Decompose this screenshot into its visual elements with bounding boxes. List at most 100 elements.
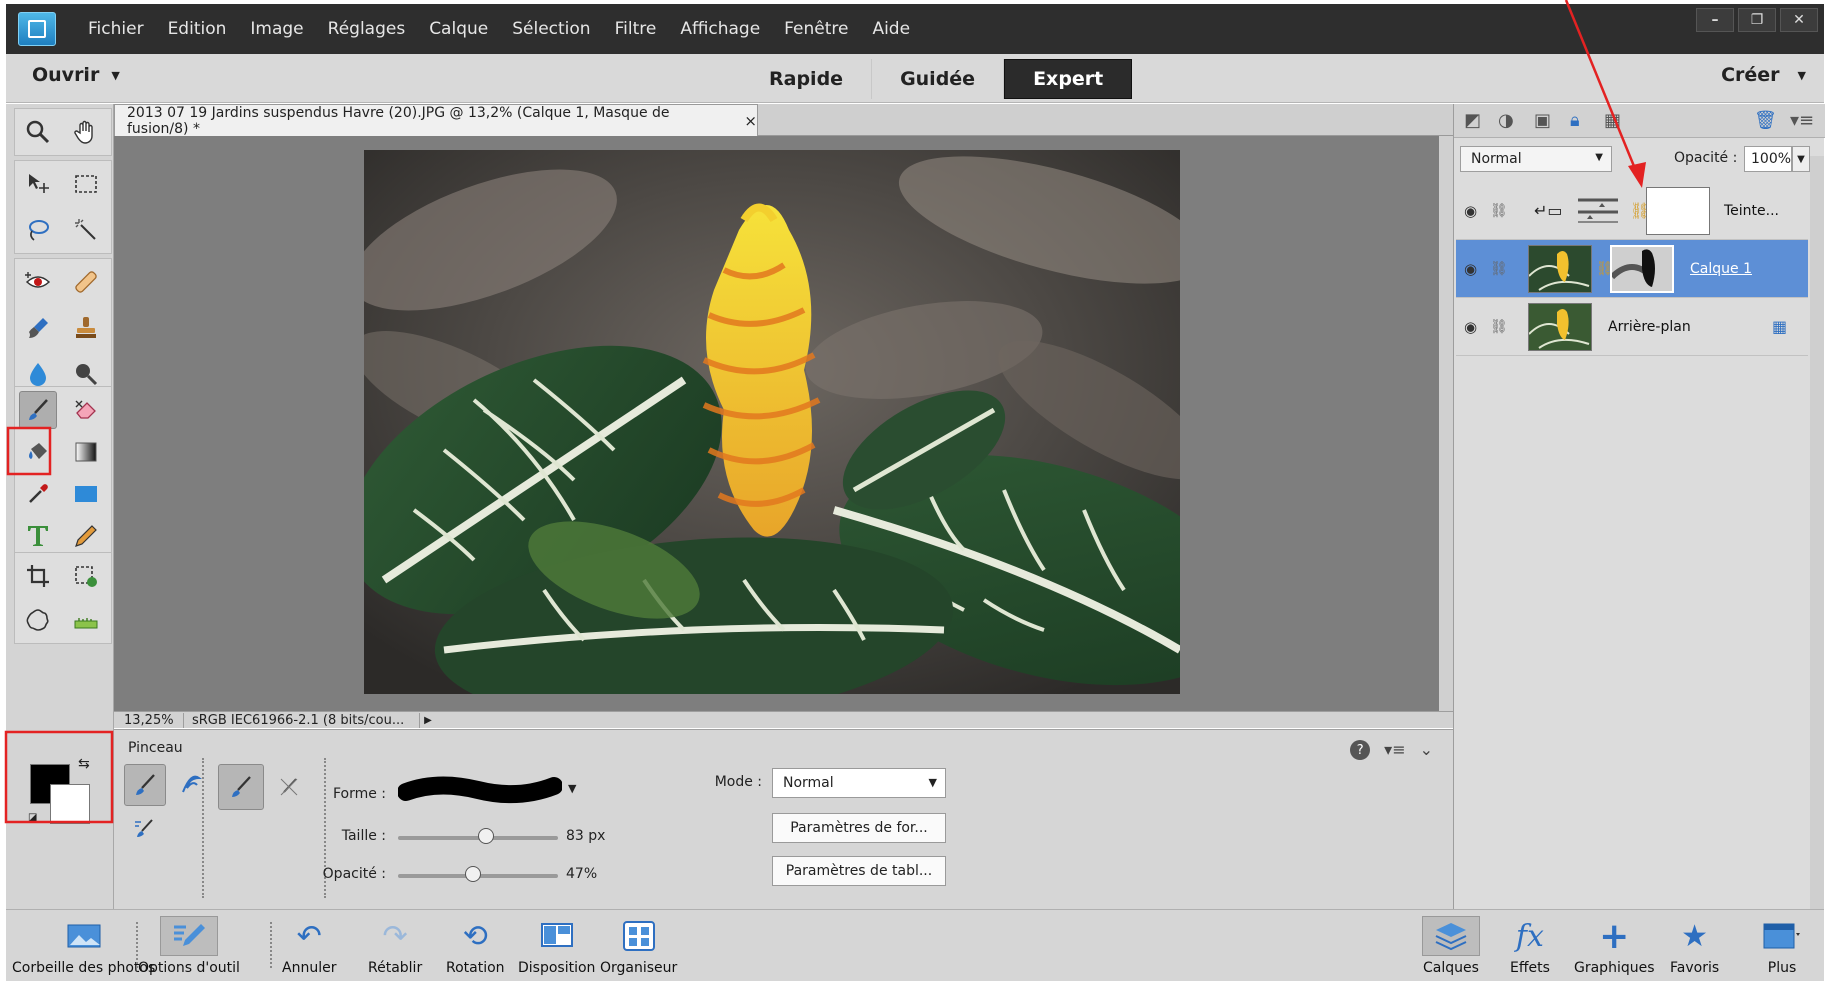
layer-row[interactable]: ◉ ⛓︎ ↵▭ ⛓︎ Teinte...: [1456, 182, 1808, 240]
menu-edition[interactable]: Edition: [168, 19, 227, 39]
menu-reglages[interactable]: Réglages: [328, 19, 406, 39]
link-icon[interactable]: ⛓︎: [1490, 319, 1508, 335]
create-button[interactable]: Créer ▼: [1721, 64, 1806, 86]
tab-rapide[interactable]: Rapide: [741, 59, 873, 99]
menu-affichage[interactable]: Affichage: [680, 19, 760, 39]
effects-button[interactable]: fx Effets: [1510, 916, 1550, 977]
clone-stamp-tool-icon[interactable]: [67, 309, 105, 347]
layer-row[interactable]: ◉ ⛓︎ ⛓︎ Calque 1: [1456, 240, 1808, 298]
link-icon[interactable]: ⛓︎: [1490, 203, 1508, 219]
red-eye-tool-icon[interactable]: [19, 263, 57, 301]
tab-guidee[interactable]: Guidée: [872, 59, 1005, 99]
swap-colors-icon[interactable]: ⇆: [78, 756, 90, 772]
rotate-button[interactable]: ⟲ Rotation: [446, 916, 505, 977]
tool-options-button[interactable]: Options d'outil: [138, 916, 240, 976]
layer-thumbnail[interactable]: [1528, 245, 1592, 293]
lock-transparency-icon[interactable]: ▦: [1604, 110, 1621, 131]
adjustment-layer-icon[interactable]: ◑: [1498, 110, 1514, 131]
brush-tool-icon[interactable]: [19, 391, 57, 429]
new-layer-icon[interactable]: ◩: [1464, 110, 1481, 131]
visibility-eye-icon[interactable]: ◉: [1464, 318, 1477, 336]
brush-settings-button[interactable]: Paramètres de for...: [772, 813, 946, 843]
pencil-tool-icon[interactable]: [67, 517, 105, 555]
eraser-tool-icon[interactable]: [67, 391, 105, 429]
app-logo-icon: [18, 12, 56, 46]
restore-button[interactable]: ❐: [1738, 8, 1776, 32]
menu-selection[interactable]: Sélection: [512, 19, 590, 39]
marquee-tool-icon[interactable]: [67, 165, 105, 203]
close-window-button[interactable]: ✕: [1780, 8, 1818, 32]
magic-wand-tool-icon[interactable]: [67, 211, 105, 249]
layout-button[interactable]: Disposition: [518, 916, 595, 976]
layer-thumbnail[interactable]: [1528, 303, 1592, 351]
blend-mode-select[interactable]: Normal ▼: [1460, 146, 1612, 172]
graphics-button[interactable]: + Graphiques: [1574, 916, 1655, 977]
undo-button[interactable]: ↶ Annuler: [282, 916, 336, 977]
lasso-tool-icon[interactable]: [19, 211, 57, 249]
layers-menu-icon[interactable]: ▾≡: [1790, 110, 1814, 131]
impressionist-brush-icon[interactable]: [170, 764, 212, 806]
paint-bucket-tool-icon[interactable]: [19, 433, 57, 471]
chevron-down-icon[interactable]: ▼: [568, 782, 576, 795]
link-icon[interactable]: ⛓︎: [1490, 261, 1508, 277]
lock-all-icon[interactable]: 🔒︎: [1570, 110, 1580, 131]
trash-icon[interactable]: 🗑︎: [1754, 110, 1777, 131]
airbrush-off-icon[interactable]: [218, 764, 264, 810]
menu-filtre[interactable]: Filtre: [615, 19, 657, 39]
opacity-slider-thumb[interactable]: [465, 866, 482, 882]
collapse-panel-icon[interactable]: ⌄: [1420, 740, 1433, 760]
redo-button[interactable]: ↷ Rétablir: [368, 916, 422, 977]
gradient-tool-icon[interactable]: [67, 433, 105, 471]
recompose-tool-icon[interactable]: [67, 557, 105, 595]
move-tool-icon[interactable]: [19, 165, 57, 203]
menu-fichier[interactable]: Fichier: [88, 19, 144, 39]
layer-row[interactable]: ◉ ⛓︎ Arrière-plan ▦: [1456, 298, 1808, 356]
open-button[interactable]: Ouvrir ▼: [32, 64, 120, 86]
menu-calque[interactable]: Calque: [429, 19, 488, 39]
cookie-cutter-tool-icon[interactable]: [19, 601, 57, 639]
status-menu-arrow-icon[interactable]: ▶: [420, 715, 436, 726]
layers-scrollbar[interactable]: [1810, 156, 1824, 909]
tablet-settings-button[interactable]: Paramètres de tabl...: [772, 856, 946, 886]
visibility-eye-icon[interactable]: ◉: [1464, 260, 1477, 278]
default-colors-icon[interactable]: ◪: [28, 812, 37, 823]
mode-select[interactable]: Normal ▼: [772, 768, 946, 798]
background-color-swatch[interactable]: [50, 784, 90, 824]
brush-mode-icon[interactable]: [124, 764, 166, 806]
vertical-scrollbar[interactable]: [1439, 136, 1453, 711]
menu-image[interactable]: Image: [250, 19, 303, 39]
document-tab[interactable]: 2013 07 19 Jardins suspendus Havre (20).…: [114, 104, 758, 137]
tab-expert[interactable]: Expert: [1004, 59, 1133, 99]
help-icon[interactable]: ?: [1350, 740, 1371, 760]
brush-shape-preview[interactable]: [397, 772, 563, 808]
photo-bin-button[interactable]: Corbeille des photos: [12, 916, 155, 976]
organizer-button[interactable]: Organiseur: [600, 916, 677, 976]
eyedropper-tool-icon[interactable]: [19, 475, 57, 513]
chevron-down-icon[interactable]: ▼: [1792, 146, 1810, 172]
add-mask-icon[interactable]: ▣: [1534, 110, 1551, 131]
visibility-eye-icon[interactable]: ◉: [1464, 202, 1477, 220]
more-button[interactable]: Plus: [1762, 916, 1802, 976]
straighten-tool-icon[interactable]: [67, 601, 105, 639]
smart-brush-tool-icon[interactable]: [19, 309, 57, 347]
minimize-button[interactable]: –: [1696, 8, 1734, 32]
airbrush-icon[interactable]: [266, 764, 312, 810]
crop-tool-icon[interactable]: [19, 557, 57, 595]
panel-menu-icon[interactable]: ▾≡: [1384, 740, 1405, 760]
layer-name[interactable]: Calque 1: [1690, 261, 1752, 277]
color-replacement-brush-icon[interactable]: [124, 808, 166, 850]
shape-tool-icon[interactable]: [67, 475, 105, 513]
menu-aide[interactable]: Aide: [872, 19, 910, 39]
layer-mask-thumbnail[interactable]: [1646, 187, 1710, 235]
healing-brush-tool-icon[interactable]: [67, 263, 105, 301]
close-document-icon[interactable]: ×: [744, 112, 757, 130]
size-slider-thumb[interactable]: [478, 828, 494, 844]
zoom-tool-icon[interactable]: [19, 113, 57, 151]
layer-mask-thumbnail[interactable]: [1610, 245, 1674, 293]
layers-button[interactable]: Calques: [1422, 916, 1480, 976]
text-tool-icon[interactable]: [19, 517, 57, 555]
hand-tool-icon[interactable]: [67, 113, 105, 151]
layer-opacity-input[interactable]: 100%: [1744, 146, 1792, 172]
favorites-button[interactable]: ★ Favoris: [1670, 916, 1719, 977]
menu-fenetre[interactable]: Fenêtre: [784, 19, 848, 39]
